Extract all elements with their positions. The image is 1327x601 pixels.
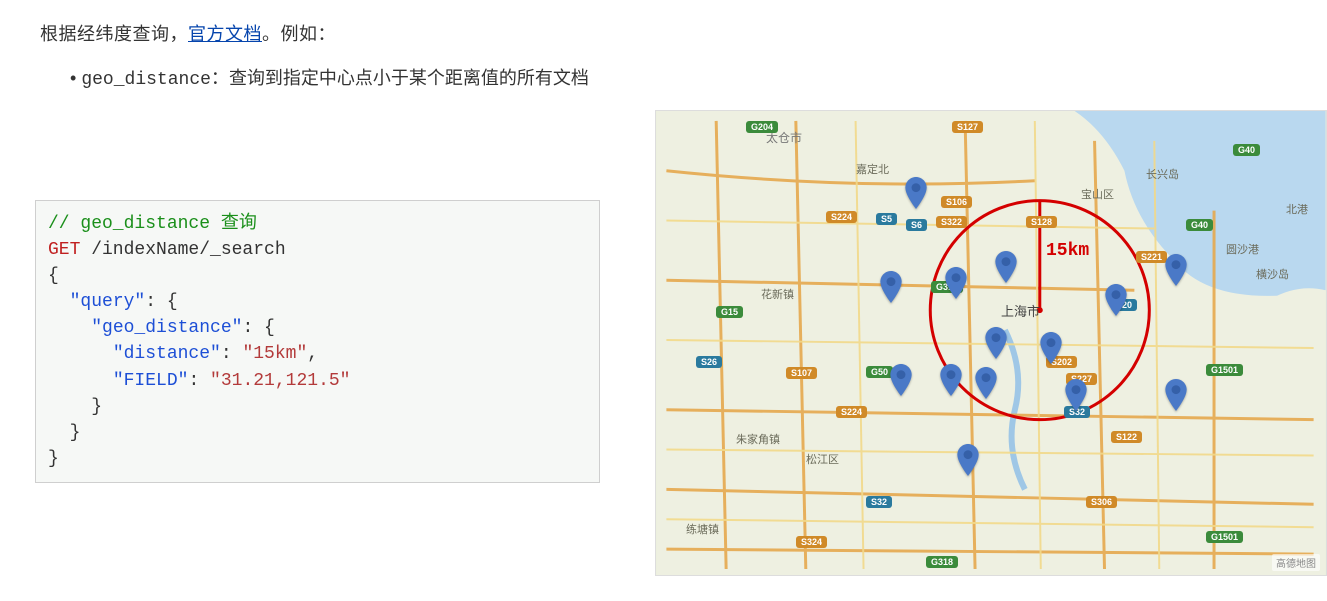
badge-g40a: G40 [1233, 144, 1260, 156]
badge-s224: S224 [826, 211, 857, 223]
map-pin-icon [1105, 284, 1127, 316]
badge-s324: S324 [796, 536, 827, 548]
map-pin-icon [995, 251, 1017, 283]
badge-s128: S128 [1026, 216, 1057, 228]
place-songjiang: 松江区 [806, 451, 839, 467]
map-pin-icon [880, 271, 902, 303]
badge-s127: S127 [952, 121, 983, 133]
badge-s306: S306 [1086, 496, 1117, 508]
badge-s322: S322 [936, 216, 967, 228]
bullet-desc: 查询到指定中心点小于某个距离值的所有文档 [229, 68, 589, 88]
bullet-item-geo-distance: geo_distance：查询到指定中心点小于某个距离值的所有文档 [70, 64, 1327, 90]
map-pin-icon [1165, 379, 1187, 411]
map-pin-icon [945, 267, 967, 299]
place-baoshan: 宝山区 [1081, 186, 1114, 202]
map-pin-icon [957, 444, 979, 476]
map-pin-icon [985, 327, 1007, 359]
badge-s26: S26 [696, 356, 722, 368]
city-label-shanghai: 上海市 [1001, 301, 1040, 320]
map-pin-icon [1040, 332, 1062, 364]
badge-s6: S6 [906, 219, 927, 231]
map-attribution: 高德地图 [1272, 554, 1320, 571]
badge-g40b: G40 [1186, 219, 1213, 231]
place-liantang: 练塘镇 [686, 521, 719, 537]
place-huaxin: 花新镇 [761, 286, 794, 302]
official-docs-link[interactable]: 官方文档 [188, 24, 262, 44]
badge-g204: G204 [746, 121, 778, 133]
intro-suffix: 。例如： [262, 24, 336, 44]
map-pin-icon [1065, 379, 1087, 411]
badge-g15: G15 [716, 306, 743, 318]
place-changxingdao: 长兴岛 [1146, 166, 1179, 182]
badge-s224b: S224 [836, 406, 867, 418]
intro-paragraph: 根据经纬度查询，官方文档。例如： [40, 20, 1327, 46]
map-pin-icon [940, 364, 962, 396]
map-pin-icon [890, 364, 912, 396]
place-yuanshagang: 圆沙港 [1226, 241, 1259, 257]
intro-prefix: 根据经纬度查询， [40, 24, 188, 44]
badge-g50: G50 [866, 366, 893, 378]
badge-s106: S106 [941, 196, 972, 208]
place-beigang: 北港 [1286, 201, 1308, 217]
badge-s221: S221 [1136, 251, 1167, 263]
badge-s122: S122 [1111, 431, 1142, 443]
badge-s5: S5 [876, 213, 897, 225]
place-zhujiajiao: 朱家角镇 [736, 431, 780, 447]
map-pin-icon [1165, 254, 1187, 286]
map-illustration: 15km 上海市 长兴岛 北港 圆沙港 横沙岛 太仓市 花新镇 练塘镇 朱家角镇… [655, 110, 1327, 576]
place-hengshadao: 横沙岛 [1256, 266, 1289, 282]
bullet-list: geo_distance：查询到指定中心点小于某个距离值的所有文档 [70, 64, 1327, 90]
code-block-geo-distance: // geo_distance 查询 GET /indexName/_searc… [35, 200, 600, 483]
map-pin-icon [905, 177, 927, 209]
bullet-code-term: geo_distance： [81, 70, 229, 90]
badge-s107: S107 [786, 367, 817, 379]
code-comment: // geo_distance 查询 [48, 214, 257, 234]
badge-g1501b: G1501 [1206, 531, 1243, 543]
map-pin-icon [975, 367, 997, 399]
badge-s32b: S32 [866, 496, 892, 508]
place-jiadingbei: 嘉定北 [856, 161, 889, 177]
code-http-method: GET [48, 240, 80, 260]
radius-label: 15km [1046, 241, 1089, 261]
badge-g1501a: G1501 [1206, 364, 1243, 376]
code-path: /indexName/_search [80, 240, 285, 260]
badge-g318: G318 [926, 556, 958, 568]
